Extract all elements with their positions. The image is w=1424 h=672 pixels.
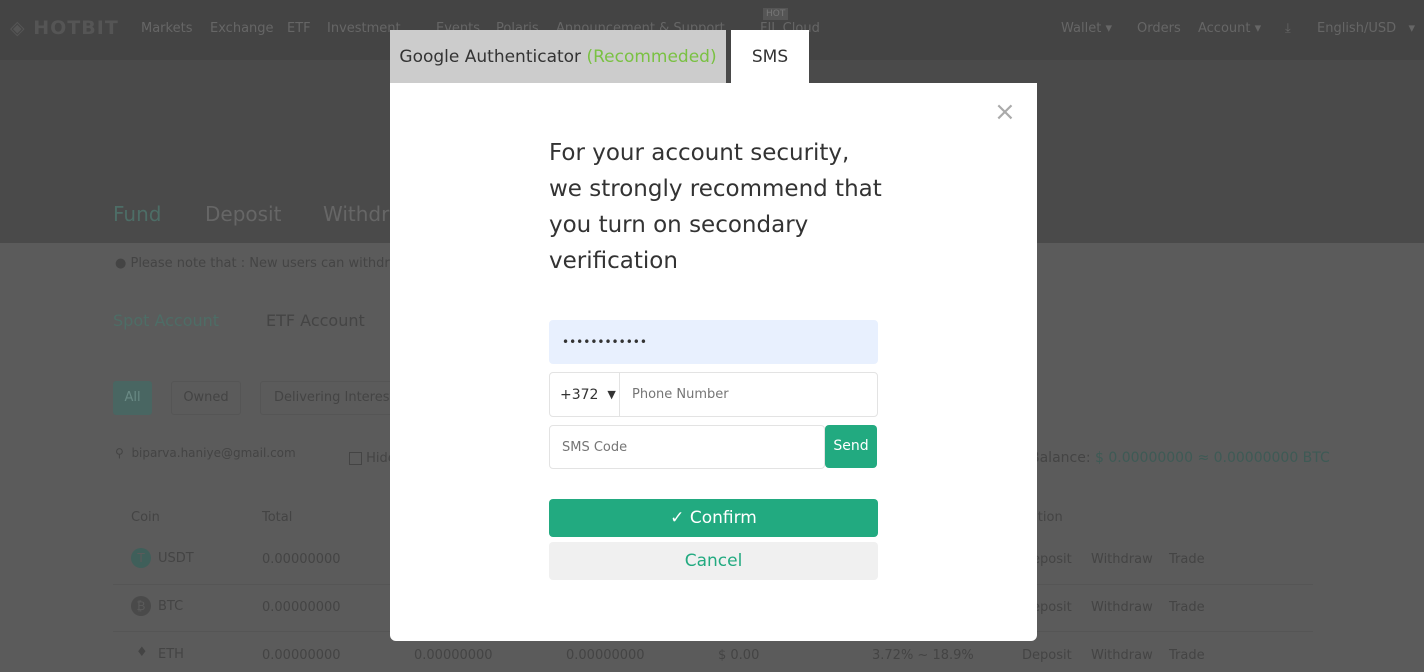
tab-etf-account[interactable]: ETF Account (266, 311, 365, 330)
cell: 0.00000000 (414, 648, 493, 663)
country-code-select[interactable]: +372 ▼ (550, 373, 620, 416)
total: 0.00000000 (262, 600, 341, 615)
close-icon[interactable]: × (994, 97, 1016, 127)
info-icon: ● (115, 256, 127, 271)
trade-link[interactable]: Trade (1169, 552, 1205, 567)
search-icon: ⚲ (115, 446, 124, 460)
deposit-link[interactable]: Deposit (1022, 648, 1072, 663)
tab-sms[interactable]: SMS (731, 30, 809, 83)
logo-icon: ◈ (10, 17, 26, 39)
tab-google-authenticator[interactable]: Google Authenticator (Recommeded) (390, 30, 726, 83)
withdraw-link[interactable]: Withdraw (1091, 600, 1153, 615)
filter-owned[interactable]: Owned (171, 381, 241, 415)
confirm-button[interactable]: ✓ Confirm (549, 499, 878, 537)
nav-exchange[interactable]: Exchange (210, 21, 274, 36)
coin-name: BTC (158, 599, 184, 614)
cancel-button[interactable]: Cancel (549, 542, 878, 580)
caret-down-icon: ▼ (607, 388, 616, 401)
phone-number-input[interactable] (632, 387, 877, 402)
nav-language[interactable]: English/USD ▾ (1317, 21, 1415, 36)
balance: Balance: $ 0.00000000 ≈ 0.00000000 BTC (1030, 450, 1330, 466)
send-button[interactable]: Send (825, 425, 877, 468)
nav-account[interactable]: Account ▾ (1198, 21, 1261, 36)
filter-all[interactable]: All (113, 381, 152, 415)
btc-icon: ₿ (131, 596, 151, 616)
total: 0.00000000 (262, 552, 341, 567)
trade-link[interactable]: Trade (1169, 648, 1205, 663)
cell: 3.72% ~ 18.9% (872, 648, 974, 663)
password-field[interactable]: •••••••••••• (549, 320, 878, 364)
chevron-down-icon: ▾ (1408, 21, 1416, 36)
nav-markets[interactable]: Markets (141, 21, 192, 36)
chevron-down-icon: ▾ (1105, 21, 1112, 36)
tab-spot-account[interactable]: Spot Account (113, 311, 219, 330)
total: 0.00000000 (262, 648, 341, 663)
usdt-icon: T (131, 548, 151, 568)
verification-modal: × For your account security, we strongly… (390, 83, 1037, 641)
cell: $ 0.00 (718, 648, 760, 663)
hide-checkbox[interactable]: Hide (349, 451, 396, 466)
phone-field: +372 ▼ (549, 372, 878, 417)
chevron-down-icon: ▾ (1254, 21, 1262, 36)
cell: 0.00000000 (566, 648, 645, 663)
nav-orders[interactable]: Orders (1137, 21, 1181, 36)
tab-fund[interactable]: Fund (113, 202, 161, 226)
withdraw-link[interactable]: Withdraw (1091, 648, 1153, 663)
security-message: For your account security, we strongly r… (549, 140, 882, 274)
notice: ● Please note that : New users can withd… (115, 256, 409, 271)
hot-badge: HOT (763, 8, 789, 20)
logo[interactable]: ◈ HOTBIT (10, 17, 119, 39)
coin-name: ETH (158, 647, 184, 662)
nav-etf[interactable]: ETF (287, 21, 311, 36)
coin-name: USDT (158, 551, 194, 566)
download-icon[interactable]: ⤓ (1285, 21, 1291, 36)
sms-code-field (549, 425, 825, 469)
filter-delivering-interest[interactable]: Delivering Interest (260, 381, 400, 415)
header-coin[interactable]: Coin (131, 510, 160, 525)
sms-code-input[interactable] (562, 439, 812, 455)
nav-wallet[interactable]: Wallet ▾ (1061, 21, 1112, 36)
header-total: Total (262, 510, 293, 525)
search-input[interactable]: ⚲ biparva.haniye@gmail.com (115, 446, 296, 460)
eth-icon: ♦ (136, 645, 148, 660)
withdraw-link[interactable]: Withdraw (1091, 552, 1153, 567)
tab-deposit[interactable]: Deposit (205, 202, 281, 226)
trade-link[interactable]: Trade (1169, 600, 1205, 615)
